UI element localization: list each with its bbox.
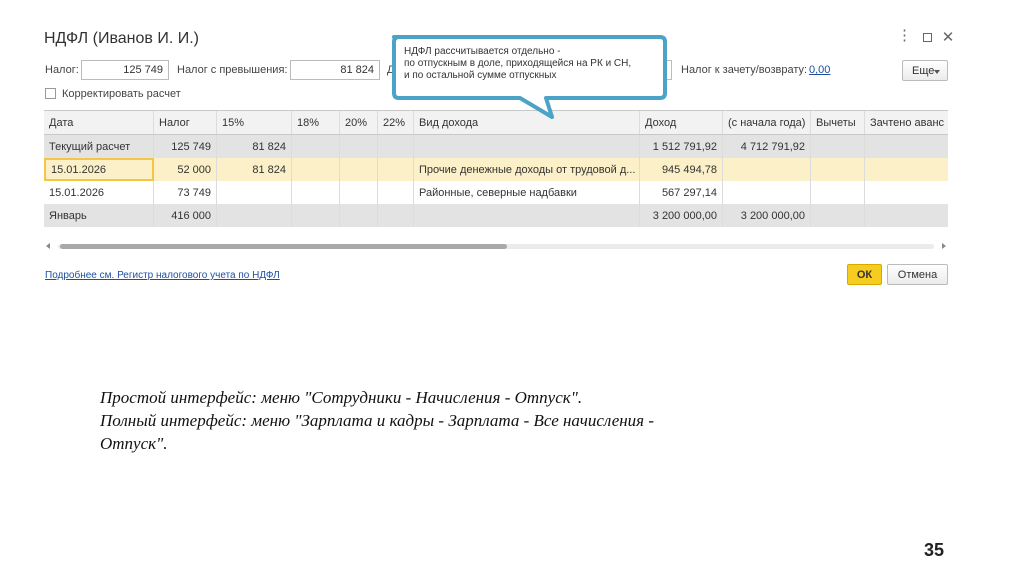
column-header[interactable]: 20% [340,111,378,134]
chevron-down-icon [934,70,940,74]
page-number: 35 [924,540,945,560]
table-cell [217,204,292,227]
table-cell [292,204,340,227]
table-cell: 52 000 [154,158,217,181]
table-cell [811,135,865,158]
callout-line: по отпускным в доле, приходящейся на РК … [404,58,632,69]
offset-value-link[interactable]: 0,00 [809,64,830,76]
scroll-left-icon[interactable] [46,243,50,249]
more-button[interactable]: Еще [902,60,948,81]
maximize-icon[interactable] [920,31,934,45]
table-cell [811,181,865,204]
excess-tax-label: Налог с превышения: [177,64,288,76]
window-title: НДФЛ (Иванов И. И.) [44,30,200,47]
table-row[interactable]: Январь 416 000 3 200 000,00 3 200 000,00 [44,204,948,227]
table-cell [292,158,340,181]
column-header[interactable]: (с начала года) [723,111,811,134]
horizontal-scrollbar[interactable] [44,242,948,251]
table-cell: Прочие денежные доходы от трудовой д... [414,158,640,181]
table-row[interactable]: 15.01.2026 73 749 Районные, северные над… [44,181,948,204]
caption-line: Отпуск". [100,434,168,453]
table-cell: Текущий расчет [44,135,154,158]
table-row[interactable]: Текущий расчет 125 749 81 824 1 512 791,… [44,135,948,158]
table-cell-active[interactable]: 15.01.2026 [44,158,154,181]
table-cell [378,204,414,227]
callout-text: НДФЛ рассчитывается отдельно - по отпуск… [404,46,654,82]
table-cell [865,181,948,204]
table-cell: 3 200 000,00 [640,204,723,227]
table-cell [378,181,414,204]
column-header[interactable]: Вычеты [811,111,865,134]
table-cell [865,204,948,227]
table-cell: Январь [44,204,154,227]
table-cell [340,181,378,204]
correct-calc-label: Корректировать расчет [62,88,181,100]
column-header[interactable]: Зачтено аванс [865,111,948,134]
register-link[interactable]: Подробнее см. Регистр налогового учета п… [45,270,280,281]
offset-label: Налог к зачету/возврату: [681,64,808,76]
table-cell: 567 297,14 [640,181,723,204]
tax-label: Налог: [45,64,79,76]
column-header[interactable]: Налог [154,111,217,134]
ok-button[interactable]: ОК [847,264,882,285]
table-cell [723,181,811,204]
table-cell [217,181,292,204]
table-cell: 945 494,78 [640,158,723,181]
caption-line: Полный интерфейс: меню "Зарплата и кадры… [100,411,654,430]
more-menu-icon[interactable]: ⋮ [897,28,912,43]
table-cell: 416 000 [154,204,217,227]
callout-line: НДФЛ рассчитывается отдельно - [404,46,561,57]
table-cell [340,158,378,181]
callout-line: и по остальной сумме отпускных [404,70,557,81]
table-cell [378,158,414,181]
table-cell: 125 749 [154,135,217,158]
close-icon[interactable]: ✕ [941,30,955,45]
cancel-button[interactable]: Отмена [887,264,948,285]
ndfl-table: Дата Налог 15% 18% 20% 22% Вид дохода До… [44,110,948,240]
table-cell [811,204,865,227]
table-cell: 4 712 791,92 [723,135,811,158]
slide-caption: Простой интерфейс: меню "Сотрудники - На… [100,386,800,455]
table-cell [811,158,865,181]
table-cell [414,204,640,227]
table-cell [865,135,948,158]
table-cell: Районные, северные надбавки [414,181,640,204]
table-cell [378,135,414,158]
table-cell: 81 824 [217,158,292,181]
table-cell [292,181,340,204]
column-header[interactable]: 15% [217,111,292,134]
more-button-label: Еще [912,65,935,77]
table-cell: 1 512 791,92 [640,135,723,158]
scroll-right-icon[interactable] [942,243,946,249]
correct-calc-checkbox[interactable] [45,88,56,99]
table-row-selected[interactable]: 15.01.2026 52 000 81 824 Прочие денежные… [44,158,948,181]
column-header[interactable]: 18% [292,111,340,134]
table-cell: 15.01.2026 [44,181,154,204]
table-cell [340,135,378,158]
table-cell [340,204,378,227]
table-cell: 73 749 [154,181,217,204]
tax-input[interactable]: 125 749 [81,60,169,80]
table-cell: 3 200 000,00 [723,204,811,227]
table-cell [414,135,640,158]
table-cell [292,135,340,158]
table-cell [865,158,948,181]
excess-tax-input[interactable]: 81 824 [290,60,380,80]
table-cell [723,158,811,181]
table-cell: 81 824 [217,135,292,158]
column-header[interactable]: Дата [44,111,154,134]
scrollbar-thumb[interactable] [60,244,507,249]
caption-line: Простой интерфейс: меню "Сотрудники - На… [100,388,583,407]
